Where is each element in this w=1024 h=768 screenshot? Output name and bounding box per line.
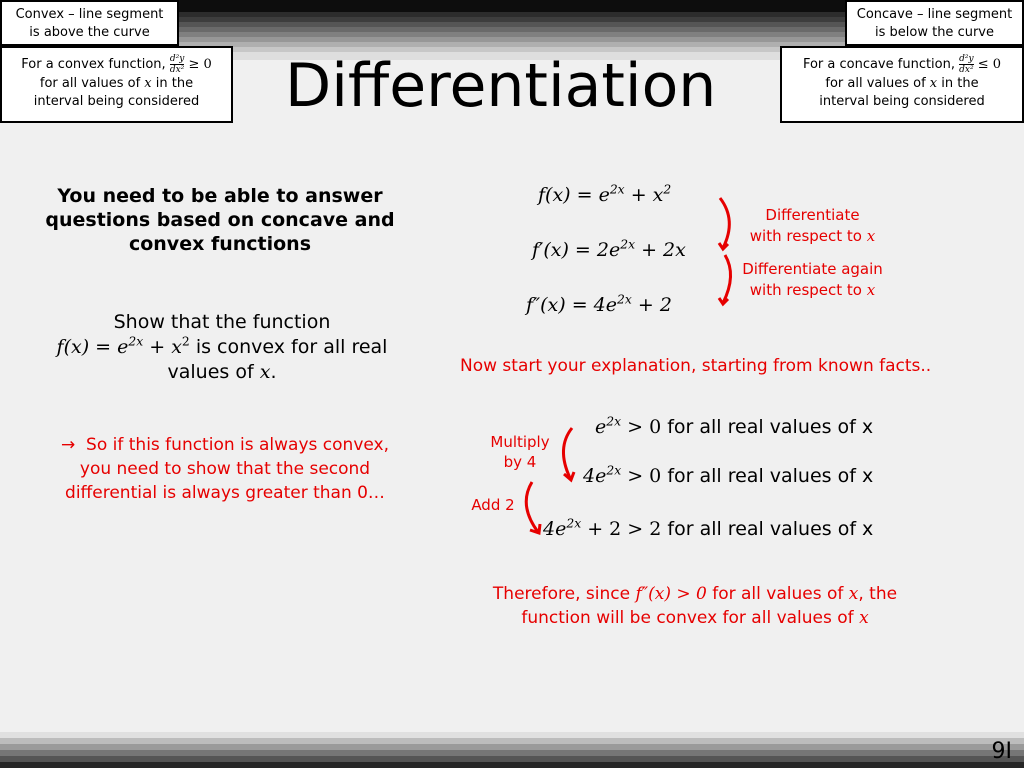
curved-arrow-icon — [562, 427, 574, 479]
concave-rule-box: For a concave function, d²y dx² ≤ 0 for a… — [780, 46, 1024, 123]
fact-row: 4e2x + 2 > 2 for all real values of x — [543, 516, 874, 540]
fact-row: e2x > 0 for all real values of x — [595, 414, 874, 438]
fact-row: 4e2x > 0 for all real values of x — [583, 463, 874, 487]
convex-rule-line3: interval being considered — [33, 94, 200, 109]
convex-rule-line1: For a convex function, d²y dx² ≥ 0 — [21, 54, 212, 75]
convex-heading-line2: is above the curve — [29, 25, 150, 40]
concave-rule-line1: For a concave function, d²y dx² ≤ 0 — [802, 54, 1002, 75]
curved-arrow-icon — [721, 254, 732, 304]
bottom-gradient-band — [0, 732, 1024, 768]
convex-second-derivative: d²y dx² — [169, 54, 185, 75]
convex-definition-box: Convex – line segment is above the curve — [0, 0, 179, 46]
conclusion-text: Therefore, since f″(x) > 0 for all value… — [492, 584, 898, 628]
convex-rule-line2: for all values of x in the — [39, 76, 194, 91]
concave-definition-box: Concave – line segment is below the curv… — [845, 0, 1024, 46]
concave-second-derivative: d²y dx² — [959, 54, 974, 75]
arrow-right-icon: → — [60, 435, 76, 455]
annotation-differentiate: Differentiate with respect to x — [749, 206, 876, 245]
convex-rule-box: For a convex function, d²y dx² ≥ 0 for al… — [0, 46, 233, 123]
step-multiply: Multiply by 4 — [490, 433, 550, 471]
explanation-prompt: Now start your explanation, starting fro… — [460, 356, 932, 376]
intro-text: You need to be able to answer questions … — [45, 185, 395, 255]
concave-rule-line3: interval being considered — [819, 94, 985, 109]
step-add: Add 2 — [471, 496, 515, 514]
curved-arrow-icon — [524, 481, 540, 533]
page-title: Differentiation — [285, 51, 717, 121]
equation-f: f(x) = e2x + x2 — [538, 182, 672, 206]
concave-heading-line2: is below the curve — [875, 25, 994, 40]
question-text: Show that the function f(x) = e2x + x2 i… — [56, 311, 388, 383]
concave-rule-line2: for all values of x in the — [825, 76, 979, 91]
annotation-differentiate-again: Differentiate again with respect to x — [742, 260, 883, 299]
equation-f-prime: f′(x) = 2e2x + 2x — [532, 237, 686, 261]
convex-heading-line1: Convex – line segment — [15, 7, 164, 22]
hint-text: → So if this function is always convex, … — [60, 435, 390, 503]
concave-heading-line1: Concave – line segment — [856, 7, 1013, 22]
equation-f-double-prime: f″(x) = 4e2x + 2 — [526, 292, 672, 316]
slide-number: 9I — [991, 739, 1013, 764]
curved-arrow-icon — [718, 197, 731, 249]
